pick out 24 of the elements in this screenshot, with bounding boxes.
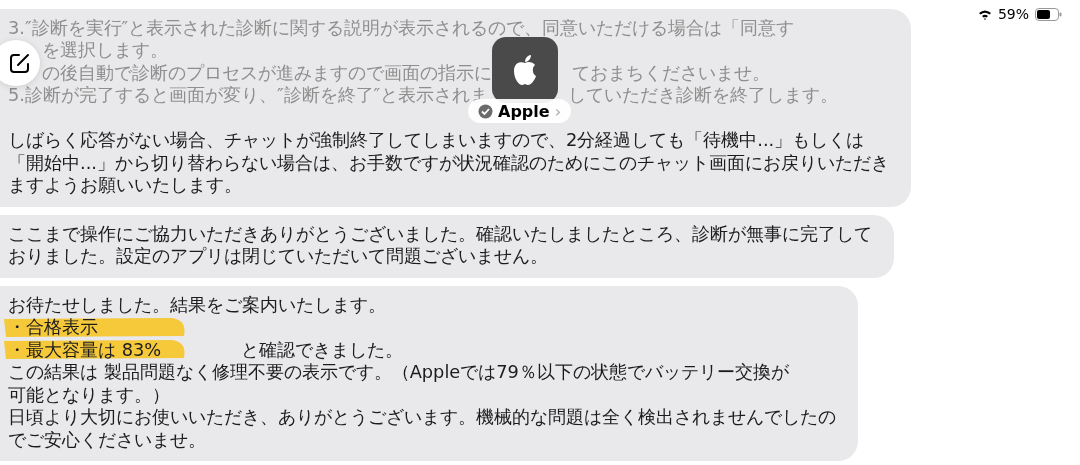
wifi-icon — [977, 8, 992, 20]
message-text: ・最大容量は 83% — [8, 338, 162, 361]
message-text: おりました。設定のアプリは閉じていただいて問題ございません。 — [8, 245, 548, 268]
message-text: お待たせしました。結果をご案内いたします。 — [8, 293, 386, 316]
message-text: の後自動で診断のプロセスが進みますので画面の指示に — [42, 61, 492, 84]
message-text: しばらく応答がない場合、チャットが強制終了してしまいますので、2分経過しても「待機中...」もしくは — [8, 129, 865, 152]
message-text: でご安心くださいませ。 — [8, 428, 206, 451]
battery-percent: 59% — [997, 6, 1029, 22]
message-text: 「開始中...」から切り替わらない場合は、お手数ですが状況確認のためにこのチャット画面にお戻りいただき — [8, 151, 889, 174]
compose-icon — [9, 52, 31, 74]
apple-logo-icon — [511, 54, 539, 86]
message-text: と確認できました。 — [241, 338, 404, 361]
message-text: 3.″診断を実行″と表示された診断に関する説明が表示されるので、同意いただける場合は「同意す — [8, 16, 795, 39]
message-text: ・合格表示 — [8, 316, 98, 339]
message-text: ますようお願いいたします。 — [8, 174, 242, 197]
battery-icon — [1035, 7, 1062, 21]
message-text: 日頃より大切にお使いいただき、ありがとうございます。機械的な問題は全く検出されませんでしたの — [8, 406, 836, 429]
message-text: 可能となります。） — [8, 383, 170, 406]
message-text: この結果は 製品問題なく修理不要の表示です。（Appleでは79％以下の状態でバッテリー交換が — [8, 361, 789, 384]
message-text: ここまで操作にご協力いただきありがとうございました。確認いたしましたところ、診断が無事に完了して — [8, 222, 872, 245]
contact-name[interactable]: Apple › — [468, 99, 572, 123]
message-text: ておまちくださいませ。 — [572, 61, 770, 84]
verified-icon — [478, 103, 493, 119]
message-text: を選択します。 — [42, 39, 168, 62]
